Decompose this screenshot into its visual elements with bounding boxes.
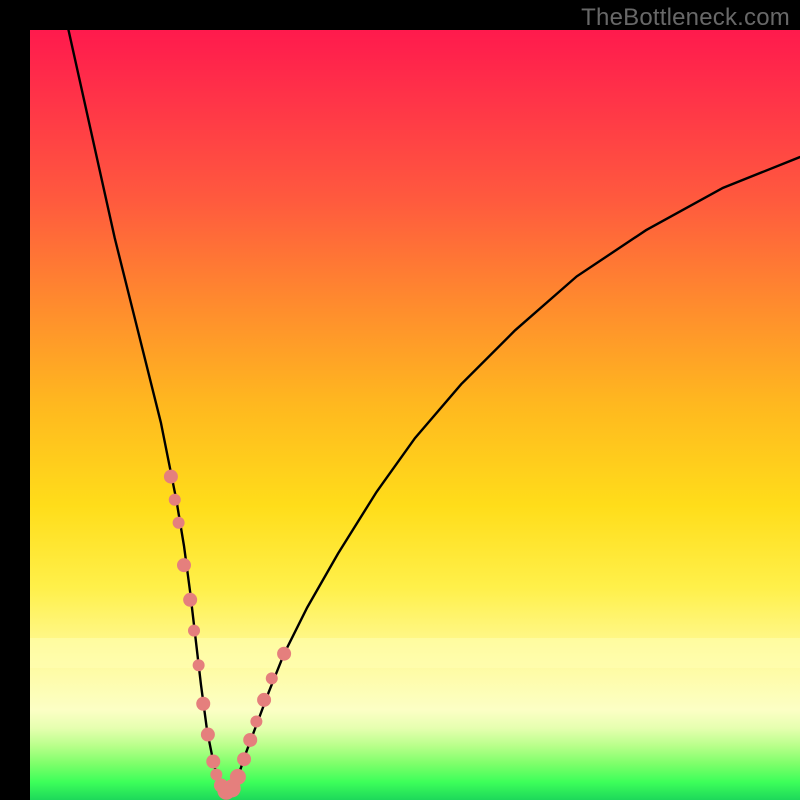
node-marker: [169, 494, 181, 506]
node-marker: [266, 672, 278, 684]
bottleneck-curve: [69, 30, 800, 792]
node-marker: [277, 647, 291, 661]
node-marker: [230, 769, 246, 785]
node-marker: [243, 733, 257, 747]
plot-area: [30, 30, 800, 800]
node-marker: [177, 558, 191, 572]
node-marker: [188, 625, 200, 637]
watermark-text: TheBottleneck.com: [581, 4, 790, 32]
node-marker: [193, 659, 205, 671]
node-marker: [237, 752, 251, 766]
node-marker: [250, 715, 262, 727]
node-marker: [201, 728, 215, 742]
node-marker: [257, 693, 271, 707]
node-markers: [164, 470, 291, 800]
node-marker: [164, 470, 178, 484]
node-marker: [173, 517, 185, 529]
node-marker: [196, 697, 210, 711]
node-marker: [206, 755, 220, 769]
chart-svg: [30, 30, 800, 800]
node-marker: [183, 593, 197, 607]
chart-frame: TheBottleneck.com: [0, 0, 800, 800]
